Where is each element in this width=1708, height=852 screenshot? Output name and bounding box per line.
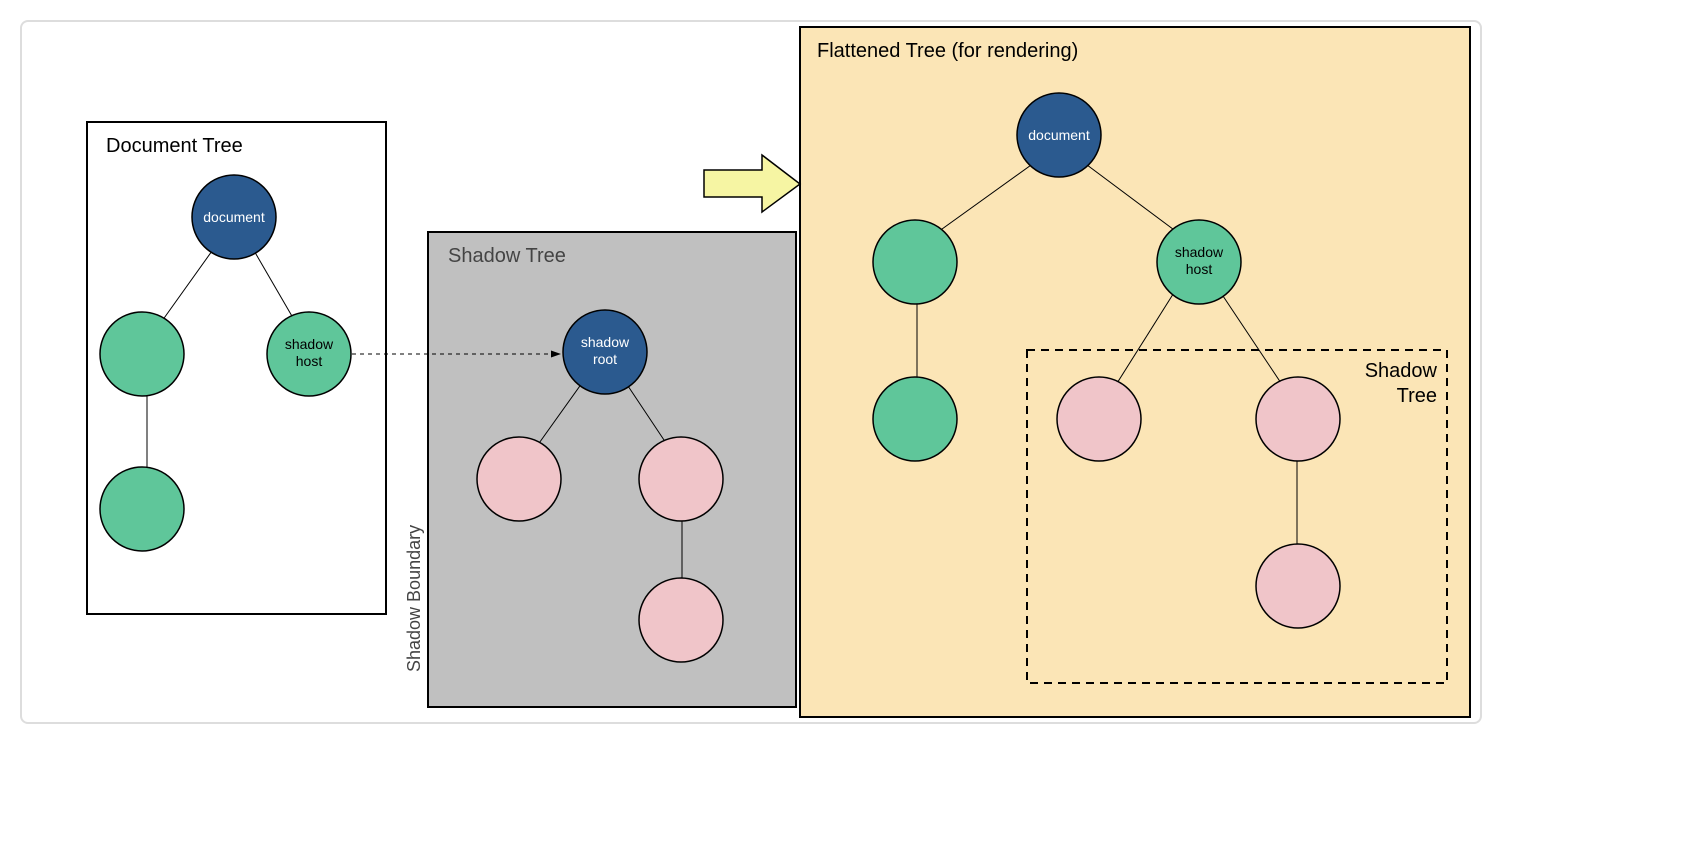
flat-shadow-host-label-1: shadow	[1175, 244, 1224, 260]
diagram-container: Flattened Tree (for rendering) Shadow Tr…	[20, 20, 1482, 724]
pink-node	[477, 437, 561, 521]
flat-document-label: document	[1028, 127, 1090, 143]
flattened-tree-title: Flattened Tree (for rendering)	[817, 40, 1078, 62]
flat-shadow-host-label-2: host	[1186, 261, 1213, 277]
green-node-2	[100, 467, 184, 551]
shadow-boundary-label: Shadow Boundary	[404, 525, 424, 672]
inner-shadow-tree-label-2: Tree	[1397, 385, 1437, 407]
diagram-svg: Flattened Tree (for rendering) Shadow Tr…	[22, 22, 1480, 722]
shadow-host-label-2: host	[296, 353, 323, 369]
flat-green-node	[873, 220, 957, 304]
flat-pink-node-2	[1256, 377, 1340, 461]
shadow-tree-title: Shadow Tree	[448, 245, 566, 267]
document-node-label: document	[203, 209, 265, 225]
shadow-host-label-1: shadow	[285, 336, 334, 352]
shadow-root-label-1: shadow	[581, 334, 630, 350]
green-node	[100, 312, 184, 396]
shadow-root-label-2: root	[593, 351, 617, 367]
flat-pink-node-3	[1256, 544, 1340, 628]
document-tree-title: Document Tree	[106, 135, 243, 157]
flat-pink-node	[1057, 377, 1141, 461]
transform-arrow-icon	[704, 155, 800, 212]
pink-node-3	[639, 578, 723, 662]
pink-node-2	[639, 437, 723, 521]
inner-shadow-tree-label-1: Shadow	[1365, 360, 1438, 382]
flat-green-node-2	[873, 377, 957, 461]
